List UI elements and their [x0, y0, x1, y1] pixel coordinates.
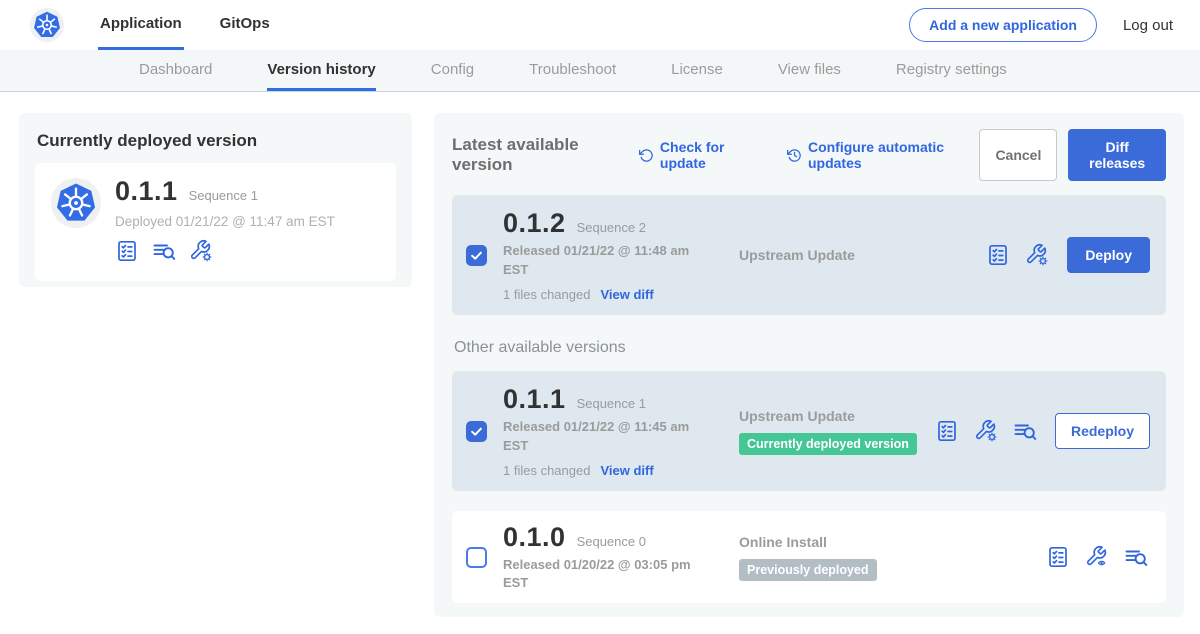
tab-view-files[interactable]: View files [778, 50, 841, 91]
logout-link[interactable]: Log out [1123, 17, 1173, 34]
add-application-button[interactable]: Add a new application [909, 8, 1097, 42]
top-nav: Application GitOps Add a new application… [0, 0, 1200, 50]
tab-troubleshoot[interactable]: Troubleshoot [529, 50, 616, 91]
version-row-0-1-0: 0.1.0 Sequence 0 Released 01/20/22 @ 03:… [452, 511, 1166, 603]
deployed-version-number: 0.1.1 [115, 176, 178, 207]
deployed-version-card: 0.1.1 Sequence 1 Deployed 01/21/22 @ 11:… [35, 163, 396, 281]
cancel-button[interactable]: Cancel [979, 129, 1057, 181]
deployed-timestamp: Deployed 01/21/22 @ 11:47 am EST [115, 214, 335, 229]
other-versions-title: Other available versions [454, 339, 1166, 357]
version-row-0-1-2: 0.1.2 Sequence 2 Released 01/21/22 @ 11:… [452, 195, 1166, 315]
view-config-icon[interactable] [1085, 545, 1109, 569]
preflight-checklist-icon[interactable] [1046, 545, 1070, 569]
auto-update-clock-icon [787, 147, 802, 164]
diff-releases-button[interactable]: Diff releases [1068, 129, 1166, 181]
version-checkbox[interactable] [466, 421, 487, 442]
released-timestamp: Released 01/21/22 @ 11:45 am EST [503, 418, 708, 454]
preflight-checklist-icon[interactable] [935, 419, 959, 443]
version-number: 0.1.1 [503, 384, 566, 415]
redeploy-button[interactable]: Redeploy [1055, 413, 1150, 449]
files-changed-label: 1 files changed [503, 287, 590, 302]
version-source-label: Online Install [739, 534, 1046, 550]
version-checkbox[interactable] [466, 547, 487, 568]
app-sub-nav: Dashboard Version history Config Trouble… [0, 50, 1200, 92]
sequence-label: Sequence 1 [577, 396, 646, 411]
view-logs-icon[interactable] [1124, 545, 1148, 569]
previously-deployed-badge: Previously deployed [739, 559, 877, 581]
tab-application[interactable]: Application [98, 0, 184, 50]
version-checkbox[interactable] [466, 245, 487, 266]
currently-deployed-panel: Currently deployed version [19, 113, 412, 287]
edit-config-icon[interactable] [974, 419, 998, 443]
version-number: 0.1.0 [503, 522, 566, 553]
deployed-panel-title: Currently deployed version [37, 131, 396, 151]
released-timestamp: Released 01/21/22 @ 11:48 am EST [503, 242, 708, 278]
refresh-icon [639, 147, 654, 164]
tab-version-history[interactable]: Version history [267, 50, 375, 91]
sequence-label: Sequence 0 [577, 534, 646, 549]
deploy-button[interactable]: Deploy [1067, 237, 1150, 273]
tab-gitops[interactable]: GitOps [218, 0, 272, 50]
view-diff-link[interactable]: View diff [600, 463, 653, 478]
released-timestamp: Released 01/20/22 @ 03:05 pm EST [503, 556, 708, 592]
sequence-label: Sequence 2 [577, 220, 646, 235]
tab-config[interactable]: Config [431, 50, 474, 91]
kubernetes-icon [30, 8, 64, 42]
files-changed-label: 1 files changed [503, 463, 590, 478]
tab-dashboard[interactable]: Dashboard [139, 50, 212, 91]
view-logs-icon[interactable] [152, 239, 176, 263]
check-for-update-link[interactable]: Check for update [639, 139, 761, 171]
version-source-label: Upstream Update [739, 408, 935, 424]
available-versions-panel: Latest available version Check for updat… [434, 113, 1184, 617]
edit-config-icon[interactable] [189, 239, 213, 263]
preflight-checklist-icon[interactable] [115, 239, 139, 263]
top-nav-tabs: Application GitOps [98, 0, 272, 50]
configure-automatic-updates-link[interactable]: Configure automatic updates [787, 139, 980, 171]
latest-version-title: Latest available version [452, 135, 624, 175]
tab-registry-settings[interactable]: Registry settings [896, 50, 1007, 91]
deployed-sequence-label: Sequence 1 [189, 188, 258, 203]
kubernetes-icon [51, 178, 101, 228]
preflight-checklist-icon[interactable] [986, 243, 1010, 267]
currently-deployed-badge: Currently deployed version [739, 433, 917, 455]
view-logs-icon[interactable] [1013, 419, 1037, 443]
version-number: 0.1.2 [503, 208, 566, 239]
view-diff-link[interactable]: View diff [600, 287, 653, 302]
version-source-label: Upstream Update [739, 247, 986, 263]
edit-config-icon[interactable] [1025, 243, 1049, 267]
app-logo [30, 0, 64, 50]
version-row-0-1-1: 0.1.1 Sequence 1 Released 01/21/22 @ 11:… [452, 371, 1166, 491]
tab-license[interactable]: License [671, 50, 723, 91]
